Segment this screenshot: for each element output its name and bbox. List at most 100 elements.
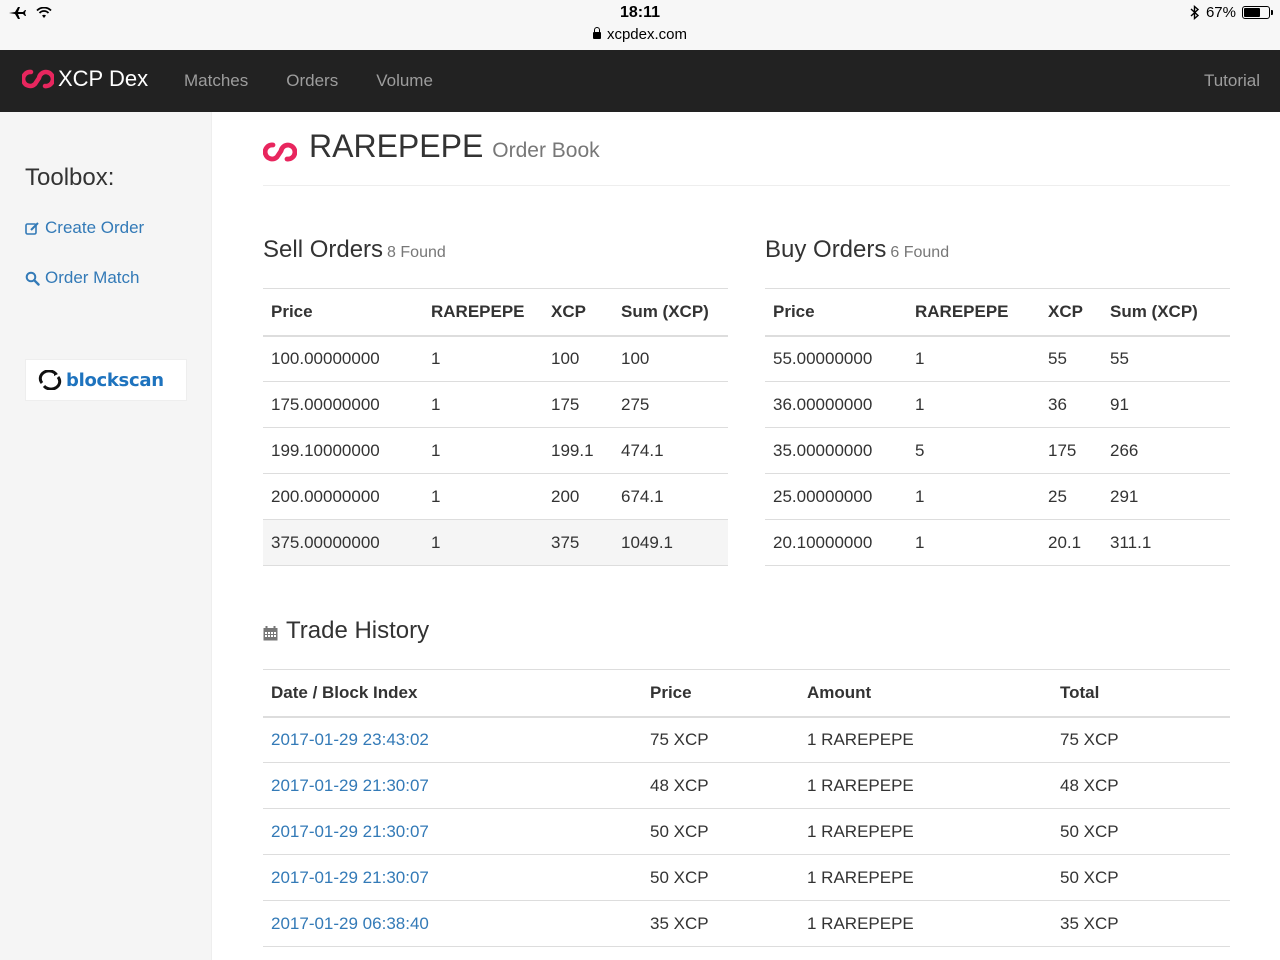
table-row[interactable]: 100.00000000 1 100 100 [263,335,728,382]
bluetooth-icon [1190,5,1200,20]
create-order-link[interactable]: Create Order [25,218,144,238]
column-header[interactable]: RAREPEPE [423,288,543,337]
counterparty-logo-icon [263,142,297,161]
nav-volume[interactable]: Volume [376,71,433,91]
cell-total: 50 XCP [1052,808,1230,855]
lock-icon [592,27,601,39]
cell-price: 50 XCP [642,854,799,901]
column-header[interactable]: RAREPEPE [907,288,1040,337]
cell-price: 35 XCP [642,900,799,947]
buy-orders-count: 6 Found [890,244,950,261]
cell-total: 35 XCP [1052,900,1230,947]
cell-xcp: 100 [543,335,613,382]
cell-amount: 1 [423,473,543,520]
cell-sum: 674.1 [613,473,728,520]
table-row[interactable]: 55.00000000 1 55 55 [765,335,1230,382]
cell-xcp: 200 [543,473,613,520]
cell-price: 25.00000000 [765,473,907,520]
column-header[interactable]: Sum (XCP) [1102,288,1230,337]
cell-date: 2017-01-29 21:30:07 [263,808,642,855]
cell-xcp: 199.1 [543,427,613,474]
blockscan-logo-text: blockscan [66,369,164,391]
block-link[interactable]: 2017-01-29 21:30:07 [271,868,429,887]
column-header[interactable]: Price [642,669,799,718]
address-bar[interactable]: xcpdex.com [0,26,1280,43]
cell-sum: 275 [613,381,728,428]
column-header[interactable]: Amount [799,669,1052,718]
counterparty-logo-icon [22,69,54,89]
cell-sum: 55 [1102,335,1230,382]
navbar: XCP Dex Matches Orders Volume Tutorial [0,50,1280,112]
main-content: RAREPEPE Order Book Sell Orders 8 Found P… [213,112,1280,960]
battery-percent: 67% [1205,4,1236,21]
buy-orders-title: Buy Orders 6 Found [765,236,949,264]
cell-amount: 1 RAREPEPE [799,808,1052,855]
toolbox-title: Toolbox: [25,164,115,191]
cell-sum: 100 [613,335,728,382]
cell-price: 75 XCP [642,716,799,763]
block-link[interactable]: 2017-01-29 21:30:07 [271,822,429,841]
brand-link[interactable]: XCP Dex [22,66,148,92]
cell-price: 199.10000000 [263,427,423,474]
table-row: 2017-01-29 21:30:07 50 XCP 1 RAREPEPE 50 XC… [263,854,1230,901]
block-link[interactable]: 2017-01-29 06:38:40 [271,914,429,933]
column-header[interactable]: Date / Block Index [263,669,642,718]
create-order-label: Create Order [45,218,145,237]
column-header[interactable]: Price [263,288,423,337]
table-row[interactable]: 25.00000000 1 25 291 [765,473,1230,520]
sell-orders-table: Price RAREPEPE XCP Sum (XCP) 100.0000000… [263,288,728,566]
column-header[interactable]: Total [1052,669,1230,718]
nav-matches[interactable]: Matches [184,71,248,91]
status-bar: 18:11 xcpdex.com 67% [0,0,1280,50]
column-header[interactable]: XCP [1040,288,1102,337]
sidebar: Toolbox: Create Order Order Match blocks… [0,112,212,960]
cell-amount: 1 [907,381,1040,428]
cell-date: 2017-01-29 06:38:40 [263,900,642,947]
table-row[interactable]: 199.10000000 1 199.1 474.1 [263,427,728,474]
nav-tutorial[interactable]: Tutorial [1204,71,1260,90]
table-row[interactable]: 36.00000000 1 36 91 [765,381,1230,428]
cell-price: 175.00000000 [263,381,423,428]
table-row[interactable]: 35.00000000 5 175 266 [765,427,1230,474]
table-row[interactable]: 375.00000000 1 375 1049.1 [263,519,728,566]
cell-amount: 1 [423,381,543,428]
cell-xcp: 375 [543,519,613,566]
order-match-link[interactable]: Order Match [25,268,139,288]
cell-xcp: 25 [1040,473,1102,520]
cell-amount: 1 [907,473,1040,520]
column-header[interactable]: Sum (XCP) [613,288,728,337]
cell-amount: 1 [423,335,543,382]
search-icon [25,271,40,286]
order-match-label: Order Match [45,268,140,287]
cell-total: 48 XCP [1052,762,1230,809]
table-row[interactable]: 175.00000000 1 175 275 [263,381,728,428]
sell-orders-title: Sell Orders 8 Found [263,236,446,264]
nav-orders[interactable]: Orders [286,71,338,91]
trade-history-heading: Trade History [286,617,430,644]
cell-amount: 1 [907,335,1040,382]
cell-sum: 1049.1 [613,519,728,566]
block-link[interactable]: 2017-01-29 21:30:07 [271,776,429,795]
table-row[interactable]: 20.10000000 1 20.1 311.1 [765,519,1230,566]
table-header-row: Price RAREPEPE XCP Sum (XCP) [765,288,1230,337]
cell-amount: 5 [907,427,1040,474]
column-header[interactable]: Price [765,288,907,337]
cell-sum: 266 [1102,427,1230,474]
cell-price: 36.00000000 [765,381,907,428]
cell-price: 20.10000000 [765,519,907,566]
cell-amount: 1 RAREPEPE [799,762,1052,809]
nav-links: Matches Orders Volume [184,71,433,91]
block-link[interactable]: 2017-01-29 23:43:02 [271,730,429,749]
column-header[interactable]: XCP [543,288,613,337]
cell-amount: 1 [423,519,543,566]
page-title: RAREPEPE [309,128,484,164]
cell-price: 35.00000000 [765,427,907,474]
sell-orders-heading: Sell Orders [263,236,384,263]
table-row[interactable]: 200.00000000 1 200 674.1 [263,473,728,520]
buy-orders-heading: Buy Orders [765,236,887,263]
cell-sum: 311.1 [1102,519,1230,566]
cell-amount: 1 [423,427,543,474]
blockscan-banner[interactable]: blockscan [25,359,187,401]
trade-history-title: Trade History [263,617,429,645]
cell-price: 55.00000000 [765,335,907,382]
